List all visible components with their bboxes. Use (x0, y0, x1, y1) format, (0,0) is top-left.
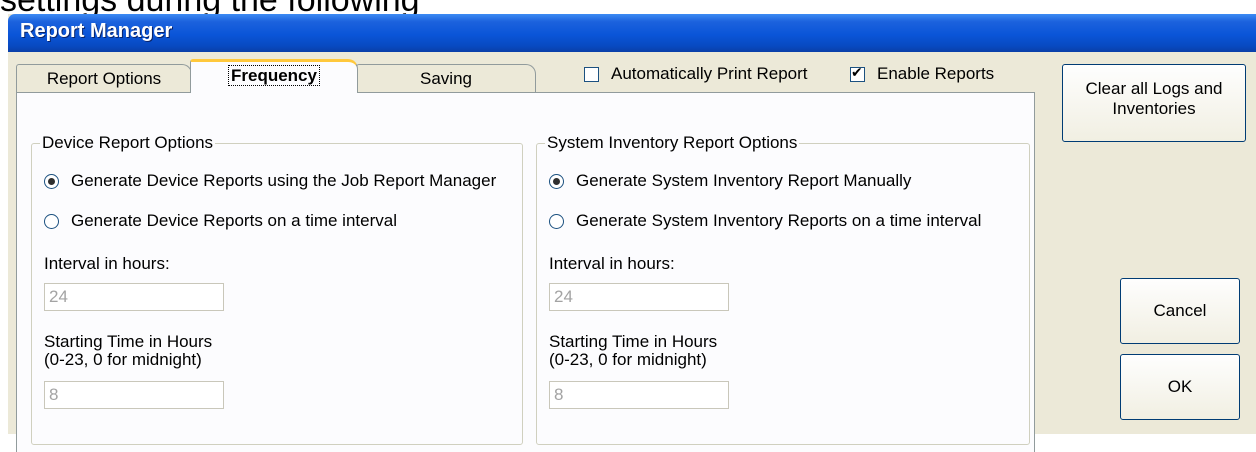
radio-inventory-time-interval[interactable]: Generate System Inventory Reports on a t… (549, 211, 981, 231)
radio-inventory-manual[interactable]: Generate System Inventory Report Manuall… (549, 171, 911, 191)
clear-logs-button[interactable]: Clear all Logs and Inventories (1062, 64, 1246, 142)
report-manager-window: Report Manager Report Options Frequency … (8, 14, 1256, 452)
device-interval-input[interactable]: 24 (44, 283, 224, 311)
starting-time-hint: (0-23, 0 for midnight) (44, 350, 202, 369)
page-caption: settings during the following (0, 0, 900, 14)
clear-logs-label-1: Clear all Logs and (1085, 79, 1223, 98)
inventory-interval-input[interactable]: 24 (549, 283, 729, 311)
radio-label: Generate System Inventory Report Manuall… (576, 171, 912, 190)
enable-reports-label: Enable Reports (877, 64, 995, 83)
ok-label: OK (1167, 377, 1193, 396)
radio-button[interactable] (44, 173, 59, 189)
starting-time-label: Starting Time in Hours (44, 332, 213, 351)
radio-device-job-manager[interactable]: Generate Device Reports using the Job Re… (44, 171, 496, 191)
auto-print-checkbox[interactable]: Automatically Print Report (584, 64, 808, 84)
device-starting-time-input[interactable]: 8 (44, 381, 224, 409)
radio-label: Generate Device Reports using the Job Re… (71, 171, 497, 190)
radio-button[interactable] (549, 213, 564, 229)
interval-label: Interval in hours: (44, 254, 170, 273)
title-bar[interactable]: Report Manager (8, 14, 1256, 52)
window-title: Report Manager (20, 20, 173, 42)
enable-reports-checkbox[interactable]: Enable Reports (850, 64, 994, 84)
tab-label: Report Options (46, 69, 162, 88)
radio-device-time-interval[interactable]: Generate Device Reports on a time interv… (44, 211, 397, 231)
frequency-tab-panel: Device Report Options Generate Device Re… (16, 92, 1035, 452)
ok-button[interactable]: OK (1120, 354, 1240, 420)
auto-print-label: Automatically Print Report (611, 64, 808, 83)
group-legend: System Inventory Report Options (547, 133, 798, 152)
inventory-starting-time-input[interactable]: 8 (549, 381, 729, 409)
cancel-label: Cancel (1153, 301, 1207, 320)
group-legend: Device Report Options (42, 133, 214, 152)
tab-saving[interactable]: Saving (356, 64, 536, 92)
checkbox-box[interactable] (850, 64, 865, 82)
tab-label: Frequency (228, 65, 320, 86)
starting-time-label: Starting Time in Hours (549, 332, 718, 351)
radio-label: Generate System Inventory Reports on a t… (576, 211, 982, 230)
tab-frequency[interactable]: Frequency (190, 59, 358, 93)
device-report-options-group: Device Report Options Generate Device Re… (31, 133, 523, 445)
system-inventory-report-options-group: System Inventory Report Options Generate… (536, 133, 1030, 445)
radio-label: Generate Device Reports on a time interv… (71, 211, 397, 230)
starting-time-hint: (0-23, 0 for midnight) (549, 350, 707, 369)
cancel-button[interactable]: Cancel (1120, 278, 1240, 344)
checkbox-box[interactable] (584, 66, 599, 82)
clear-logs-label-2: Inventories (1112, 99, 1196, 118)
radio-button[interactable] (549, 173, 564, 189)
tab-label: Saving (420, 69, 472, 88)
tab-report-options[interactable]: Report Options (16, 64, 192, 92)
interval-label: Interval in hours: (549, 254, 675, 273)
radio-button[interactable] (44, 213, 59, 229)
